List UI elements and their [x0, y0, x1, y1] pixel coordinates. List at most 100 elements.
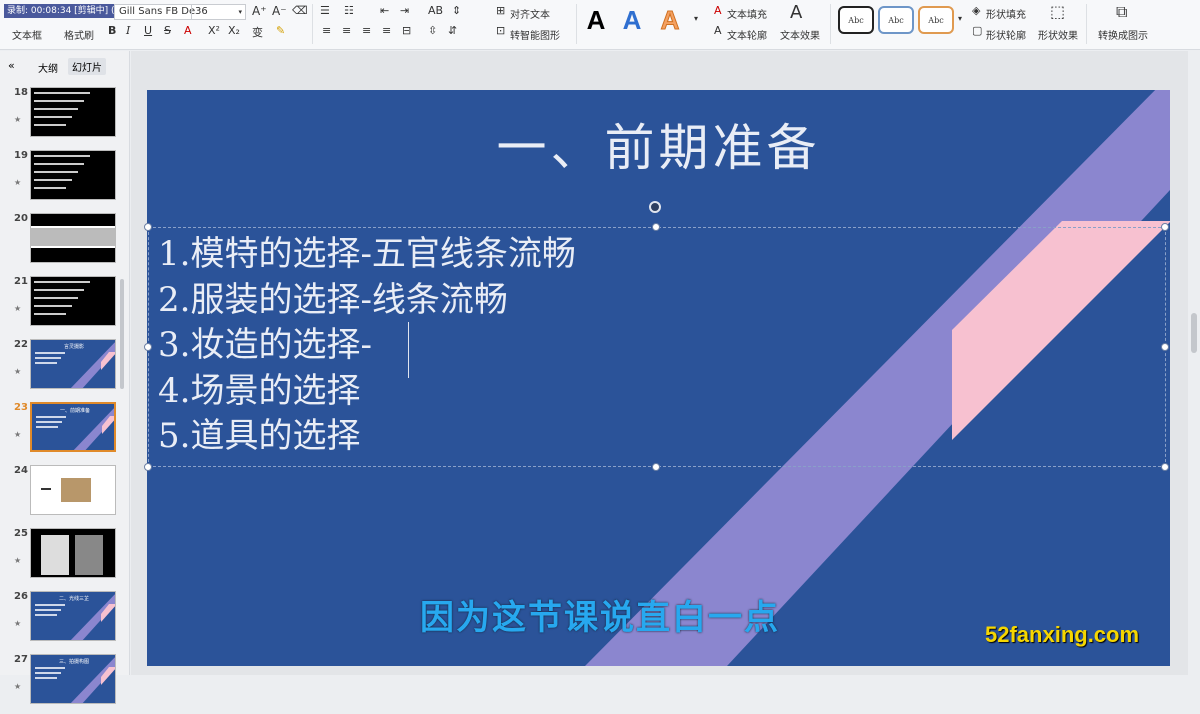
slide-thumbnail[interactable] — [30, 150, 116, 200]
slide-number: 19 — [14, 150, 28, 161]
collapse-panel-icon[interactable]: « — [8, 59, 15, 72]
align-left-icon[interactable]: ≡ — [322, 24, 331, 37]
font-color-icon[interactable]: A — [184, 24, 192, 37]
font-size-select[interactable]: 36 — [195, 5, 208, 19]
slide-thumbnail-row[interactable]: 27 ★ 三、拍摄构图 — [0, 654, 130, 714]
font-name-select[interactable]: Gill Sans FB De 36 ▾ — [114, 4, 246, 20]
shape-style-2[interactable]: Abc — [878, 6, 914, 34]
tab-slides[interactable]: 幻灯片 — [68, 58, 106, 75]
slide-thumbnail[interactable]: 言灵摄影 — [30, 339, 116, 389]
decrease-indent-icon[interactable]: ⇤ — [380, 4, 389, 17]
tab-outline[interactable]: 大纲 — [38, 60, 58, 75]
slide-thumbnail[interactable] — [30, 276, 116, 326]
slide-thumbnail[interactable]: 三、拍摄构图 — [30, 654, 116, 704]
list-item[interactable]: 4.场景的选择 — [158, 369, 576, 415]
list-item[interactable]: 3.妆造的选择- — [158, 323, 576, 369]
thumbnail-text-line — [34, 108, 78, 110]
text-effect-icon[interactable]: A — [790, 2, 802, 23]
text-fill-icon[interactable]: A — [714, 4, 722, 17]
shape-style-3[interactable]: Abc — [918, 6, 954, 34]
thumbnail-text-line — [34, 297, 78, 299]
shape-fill-button[interactable]: 形状填充 — [986, 6, 1026, 21]
superscript-icon[interactable]: X² — [208, 24, 220, 37]
align-text-button[interactable]: 对齐文本 — [510, 6, 550, 21]
slide-thumbnail-row[interactable]: 18 ★ — [0, 87, 130, 147]
shape-fill-icon[interactable]: ◈ — [972, 4, 980, 17]
justify-icon[interactable]: ≡ — [382, 24, 391, 37]
shape-effect-button[interactable]: 形状效果 — [1038, 27, 1078, 42]
clear-format-icon[interactable]: ⌫ — [292, 4, 308, 17]
line-spacing-icon[interactable]: ⇕ — [452, 4, 461, 17]
paragraph-spacing-icon[interactable]: ⇳ — [428, 24, 437, 37]
slide-thumbnail[interactable] — [30, 213, 116, 263]
distribute-icon[interactable]: ⊟ — [402, 24, 411, 37]
resize-handle-bl[interactable] — [144, 463, 152, 471]
text-style-black[interactable]: A — [578, 2, 614, 38]
resize-handle-mr[interactable] — [1161, 343, 1169, 351]
format-painter-button[interactable]: 格式刷 — [64, 27, 94, 42]
shape-style-1[interactable]: Abc — [838, 6, 874, 34]
smartart-icon[interactable]: ⊡ — [496, 24, 505, 37]
font-shrink-icon[interactable]: A⁻ — [272, 4, 287, 18]
text-style-blue[interactable]: A — [614, 2, 650, 38]
strikethrough-icon[interactable]: S — [164, 24, 171, 37]
underline-icon[interactable]: U — [144, 24, 152, 37]
slide-thumbnail-row[interactable]: 23 ★ 一、前期准备 — [0, 402, 130, 462]
shape-outline-button[interactable]: 形状轮廓 — [986, 27, 1026, 42]
text-style-orange[interactable]: A — [652, 2, 688, 38]
slide-title[interactable]: 一、前期准备 — [147, 108, 1170, 180]
slide-thumbnail[interactable] — [30, 528, 116, 578]
column-icon[interactable]: ⇵ — [448, 24, 457, 37]
font-grow-icon[interactable]: A⁺ — [252, 4, 267, 18]
smartart-button[interactable]: 转智能图形 — [510, 27, 560, 42]
slide-thumbnail-row[interactable]: 21 ★ — [0, 276, 130, 336]
list-item[interactable]: 5.道具的选择 — [158, 414, 576, 460]
increase-indent-icon[interactable]: ⇥ — [400, 4, 409, 17]
convert-diagram-button[interactable]: 转换成图示 — [1098, 27, 1148, 42]
text-outline-button[interactable]: 文本轮廓 — [727, 27, 767, 42]
content-list[interactable]: 1.模特的选择-五官线条流畅 2.服装的选择-线条流畅 3.妆造的选择- 4.场… — [158, 232, 576, 460]
shape-effect-icon[interactable]: ⬚ — [1050, 2, 1065, 21]
list-item[interactable]: 2.服装的选择-线条流畅 — [158, 278, 576, 324]
slide-thumbnail-row[interactable]: 22 ★ 言灵摄影 — [0, 339, 130, 399]
subscript-icon[interactable]: X₂ — [228, 24, 240, 37]
more-styles-icon[interactable]: ▾ — [694, 14, 698, 23]
rotate-handle-icon[interactable] — [649, 201, 661, 213]
slide-thumbnail-row[interactable]: 19 ★ — [0, 150, 130, 210]
list-item[interactable]: 1.模特的选择-五官线条流畅 — [158, 232, 576, 278]
bold-icon[interactable]: B — [108, 24, 116, 37]
resize-handle-bc[interactable] — [652, 463, 660, 471]
bullet-list-icon[interactable]: ☰ — [320, 4, 330, 17]
slide-thumbnail-row[interactable]: 25 ★ — [0, 528, 130, 588]
text-fill-button[interactable]: 文本填充 — [727, 6, 767, 21]
text-direction-icon[interactable]: AB — [428, 4, 443, 17]
highlight-icon[interactable]: ✎ — [276, 24, 285, 37]
resize-handle-ml[interactable] — [144, 343, 152, 351]
slide-thumbnail[interactable] — [30, 465, 116, 515]
slide-thumbnail-row[interactable]: 20 — [0, 213, 130, 273]
text-outline-icon[interactable]: A — [714, 24, 722, 37]
numbered-list-icon[interactable]: ☷ — [344, 4, 354, 17]
convert-diagram-icon[interactable]: ⧉ — [1116, 2, 1127, 22]
align-center-icon[interactable]: ≡ — [342, 24, 351, 37]
text-effect-button[interactable]: 文本效果 — [780, 27, 820, 42]
shape-outline-icon[interactable]: ▢ — [972, 24, 982, 37]
resize-handle-tc[interactable] — [652, 223, 660, 231]
italic-icon[interactable]: I — [126, 24, 130, 37]
resize-handle-tl[interactable] — [144, 223, 152, 231]
chevron-down-icon[interactable]: ▾ — [238, 5, 242, 19]
canvas-scrollbar[interactable] — [1188, 51, 1200, 675]
align-text-icon[interactable]: ⊞ — [496, 4, 505, 17]
thumbnail-text-line — [34, 155, 90, 157]
slide-thumbnail[interactable]: 一、前期准备 — [30, 402, 116, 452]
resize-handle-tr[interactable] — [1161, 223, 1169, 231]
phonetic-icon[interactable]: 变 — [252, 24, 263, 40]
animation-star-icon: ★ — [14, 367, 22, 376]
textbox-button[interactable]: 文本框 — [12, 27, 42, 42]
resize-handle-br[interactable] — [1161, 463, 1169, 471]
more-shape-styles-icon[interactable]: ▾ — [958, 14, 962, 23]
align-right-icon[interactable]: ≡ — [362, 24, 371, 37]
slide-thumbnail[interactable] — [30, 87, 116, 137]
scrollbar-thumb[interactable] — [1191, 313, 1197, 353]
slide-thumbnail-row[interactable]: 24 — [0, 465, 130, 525]
